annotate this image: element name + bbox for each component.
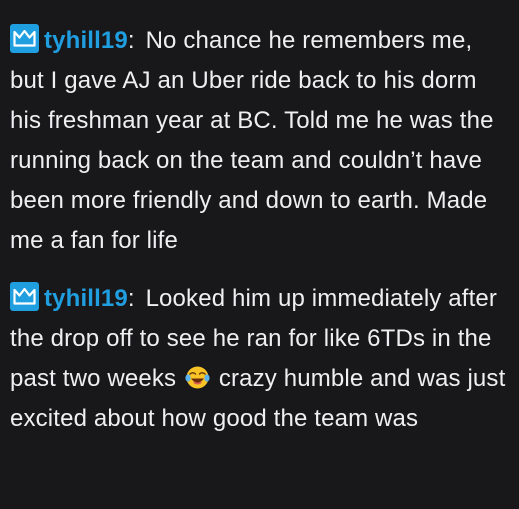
chat-panel: tyhill19: No chance he remembers me, but… (0, 0, 519, 509)
crown-badge-icon[interactable] (10, 282, 39, 311)
chat-message-text: No chance he remembers me, but I gave AJ… (10, 27, 494, 254)
chat-separator: : (127, 27, 135, 54)
chat-separator: : (127, 285, 135, 312)
chat-username[interactable]: tyhill19 (44, 285, 128, 312)
chat-username[interactable]: tyhill19 (44, 27, 128, 54)
crown-badge-icon[interactable] (10, 24, 39, 53)
chat-message: tyhill19: Looked him up immediately afte… (10, 279, 509, 439)
tears-of-joy-emoji-icon (185, 363, 210, 389)
chat-message: tyhill19: No chance he remembers me, but… (10, 21, 509, 261)
